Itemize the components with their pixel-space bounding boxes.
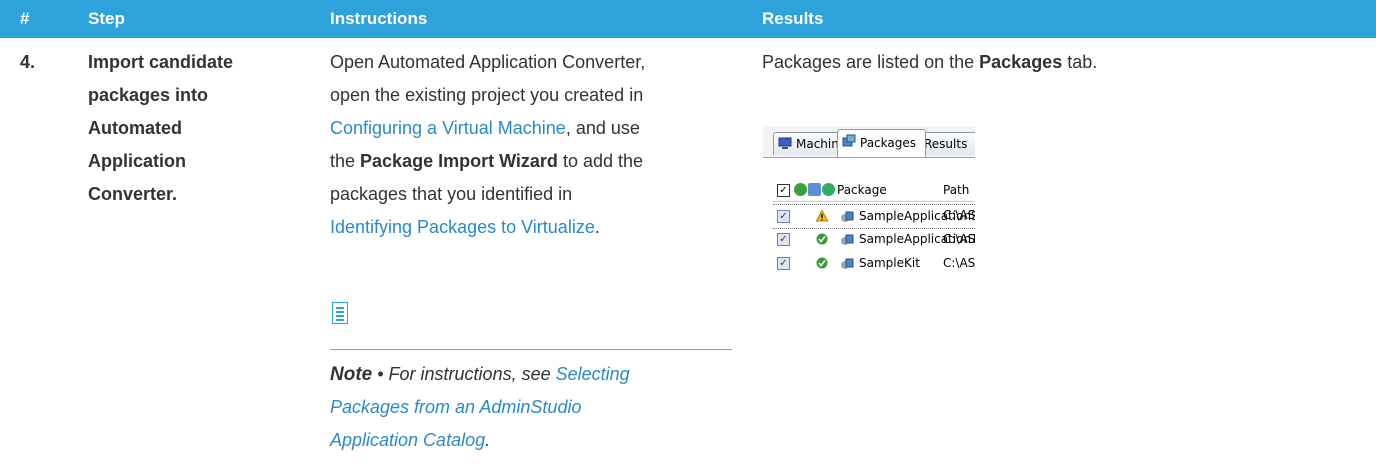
link-configuring-virtual-machine[interactable]: Configuring a Virtual Machine (330, 118, 566, 138)
tab-packages[interactable]: Packages (837, 129, 926, 157)
step-title-line: packages into (88, 85, 209, 105)
results-text: Packages are listed on the Packages tab. (762, 46, 1362, 79)
package-path: C:\AS2( (943, 208, 975, 222)
packages-tab-screenshot: Machines Packages Results ✓ Package Path… (763, 126, 975, 294)
note-divider (330, 349, 732, 350)
instructions-fragment: . (594, 217, 600, 237)
step-title-line: Import candidate (88, 52, 234, 72)
refresh-status-icon (822, 183, 835, 196)
package-icon (842, 134, 856, 147)
step-title-line: Application (88, 151, 186, 171)
warning-icon (816, 210, 828, 222)
link-selecting-packages[interactable]: Selecting (556, 364, 630, 384)
table-header: # Step Instructions Results (0, 0, 1376, 38)
instructions-fragment: to add the (557, 151, 644, 171)
check-icon (816, 233, 828, 245)
package-import-wizard-label: Package Import Wizard (360, 151, 558, 171)
run-status-icon (794, 183, 807, 196)
step-title-line: Converter. (88, 184, 178, 204)
instructions-fragment: , and use (565, 118, 640, 138)
instructions-line: Configuring a Virtual Machine, and use (330, 112, 740, 145)
check-icon (816, 257, 828, 269)
note-block: Note • For instructions, see Selecting P… (330, 358, 730, 457)
step-number: 4. (20, 52, 36, 72)
package-path: C:\AS2( (943, 232, 975, 246)
select-all-checkbox[interactable]: ✓ (777, 184, 790, 197)
link-selecting-packages[interactable]: Application Catalog (330, 430, 485, 450)
note-heading: Note (330, 364, 373, 385)
tab-label: Results (924, 137, 968, 151)
package-icon (841, 258, 854, 269)
column-package[interactable]: Package (837, 179, 887, 201)
note-line: Application Catalog. (330, 424, 730, 457)
header-number: # (20, 9, 30, 28)
results-fragment: tab. (1062, 52, 1098, 72)
note-line: Note • For instructions, see Selecting (330, 358, 730, 391)
package-icon (841, 211, 854, 222)
grid-header: ✓ Package Path (773, 179, 975, 202)
header-step: Step (88, 9, 125, 28)
link-identifying-packages[interactable]: Identifying Packages to Virtualize (330, 217, 595, 237)
instructions-line: Identifying Packages to Virtualize. (330, 211, 740, 244)
link-selecting-packages[interactable]: Packages from an AdminStudio (330, 397, 581, 417)
results-fragment: Packages are listed on the (762, 52, 980, 72)
header-instructions: Instructions (330, 9, 428, 28)
package-name: SampleKit (859, 256, 920, 270)
note-text: • For instructions, see (372, 364, 556, 384)
package-icon (841, 234, 854, 245)
instructions-fragment: the (330, 151, 361, 171)
computer-icon (778, 137, 792, 149)
tab-bar: Machines Packages Results (763, 126, 975, 158)
instructions-line: the Package Import Wizard to add the (330, 145, 740, 178)
note-text: . (485, 430, 491, 450)
note-line: Packages from an AdminStudio (330, 391, 730, 424)
step-title: Import candidate packages into Automated… (88, 46, 288, 211)
header-results: Results (762, 9, 824, 28)
package-path: C:\AS2( (943, 256, 975, 270)
row-checkbox[interactable]: ✓ (777, 257, 790, 270)
convert-status-icon (808, 183, 821, 196)
instructions-line: Open Automated Application Converter, (330, 52, 646, 72)
row-checkbox[interactable]: ✓ (777, 210, 790, 223)
instructions-line: open the existing project you created in (330, 85, 644, 105)
results-bold: Packages (979, 52, 1063, 72)
instructions-line: packages that you identified in (330, 184, 573, 204)
tab-label: Packages (860, 136, 916, 150)
instructions-text: Open Automated Application Converter, op… (330, 46, 740, 244)
column-path[interactable]: Path (943, 179, 969, 201)
row-checkbox[interactable]: ✓ (777, 233, 790, 246)
note-icon (332, 302, 348, 324)
step-title-line: Automated (88, 118, 182, 138)
